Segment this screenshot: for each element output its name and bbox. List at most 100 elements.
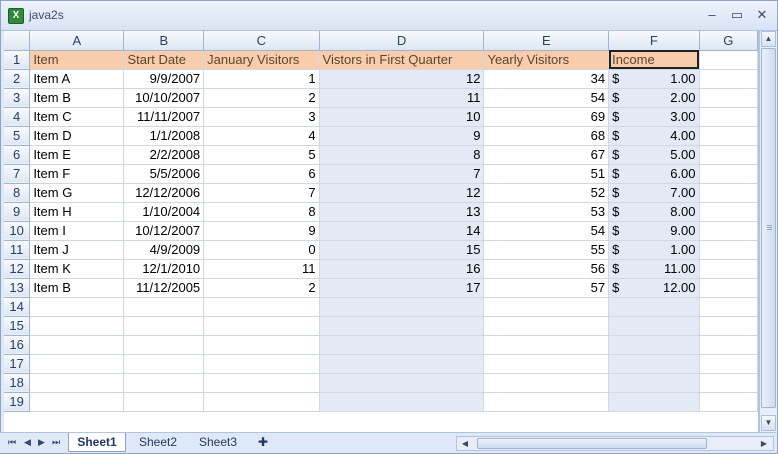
- cell[interactable]: 12/1/2010: [123, 259, 205, 279]
- cell[interactable]: [699, 373, 758, 393]
- horizontal-scrollbar[interactable]: ◀ ▶: [456, 436, 774, 451]
- cell[interactable]: 51: [483, 164, 610, 184]
- select-all-corner[interactable]: [4, 31, 31, 51]
- cell[interactable]: $2.00: [608, 88, 700, 108]
- cell[interactable]: [123, 297, 205, 317]
- cell[interactable]: [699, 221, 758, 241]
- cell[interactable]: [608, 335, 700, 355]
- scroll-left-icon[interactable]: ◀: [458, 437, 472, 450]
- row-header[interactable]: 14: [4, 297, 31, 317]
- cell[interactable]: [203, 335, 320, 355]
- cell[interactable]: [699, 202, 758, 222]
- cell[interactable]: Item A: [29, 69, 125, 89]
- column-header[interactable]: A: [29, 31, 125, 51]
- cell[interactable]: Start Date: [123, 50, 205, 70]
- row-header[interactable]: 5: [4, 126, 31, 146]
- cell[interactable]: 11/12/2005: [123, 278, 205, 298]
- cell[interactable]: 6: [203, 164, 320, 184]
- cell[interactable]: [699, 69, 758, 89]
- cell[interactable]: [699, 183, 758, 203]
- cell[interactable]: January Visitors: [203, 50, 320, 70]
- cell[interactable]: Item K: [29, 259, 125, 279]
- prev-sheet-icon[interactable]: ◀: [24, 437, 31, 448]
- cell[interactable]: [483, 316, 610, 336]
- cell[interactable]: [608, 297, 700, 317]
- cell[interactable]: [319, 354, 485, 374]
- cell[interactable]: $11.00: [608, 259, 700, 279]
- restore-icon[interactable]: ▭: [726, 6, 748, 24]
- cell[interactable]: 53: [483, 202, 610, 222]
- cell[interactable]: Income: [608, 50, 700, 70]
- cell[interactable]: 55: [483, 240, 610, 260]
- cell[interactable]: [699, 335, 758, 355]
- cell[interactable]: Yearly Visitors: [483, 50, 610, 70]
- spreadsheet-grid[interactable]: A B C D E F G 1 Item Start Date January Vis…: [4, 31, 759, 432]
- cell[interactable]: [699, 297, 758, 317]
- cell[interactable]: [29, 392, 125, 412]
- cell[interactable]: [483, 297, 610, 317]
- first-sheet-icon[interactable]: ⏮: [8, 437, 16, 448]
- cell[interactable]: [319, 373, 485, 393]
- scroll-right-icon[interactable]: ▶: [757, 437, 771, 450]
- column-header[interactable]: D: [319, 31, 485, 51]
- cell[interactable]: 10/12/2007: [123, 221, 205, 241]
- row-header[interactable]: 11: [4, 240, 31, 260]
- cell[interactable]: [123, 373, 205, 393]
- cell[interactable]: [608, 392, 700, 412]
- cell[interactable]: [699, 316, 758, 336]
- cell[interactable]: 67: [483, 145, 610, 165]
- cell[interactable]: 52: [483, 183, 610, 203]
- cell[interactable]: 16: [319, 259, 485, 279]
- cell[interactable]: Item I: [29, 221, 125, 241]
- row-header[interactable]: 6: [4, 145, 31, 165]
- cell[interactable]: 5: [203, 145, 320, 165]
- cell[interactable]: [203, 392, 320, 412]
- column-header[interactable]: C: [203, 31, 320, 51]
- cell[interactable]: [29, 297, 125, 317]
- cell[interactable]: [699, 164, 758, 184]
- insert-sheet-icon[interactable]: ✚: [252, 433, 274, 451]
- cell[interactable]: 17: [319, 278, 485, 298]
- cell[interactable]: 7: [203, 183, 320, 203]
- cell[interactable]: 2: [203, 278, 320, 298]
- row-header[interactable]: 10: [4, 221, 31, 241]
- cell[interactable]: [203, 354, 320, 374]
- row-header[interactable]: 12: [4, 259, 31, 279]
- cell[interactable]: Item: [29, 50, 125, 70]
- cell[interactable]: [29, 316, 125, 336]
- cell[interactable]: [699, 278, 758, 298]
- cell[interactable]: [319, 316, 485, 336]
- cell[interactable]: 10/10/2007: [123, 88, 205, 108]
- row-header[interactable]: 13: [4, 278, 31, 298]
- cell[interactable]: 8: [319, 145, 485, 165]
- cell[interactable]: 57: [483, 278, 610, 298]
- cell[interactable]: 12: [319, 69, 485, 89]
- cell[interactable]: $8.00: [608, 202, 700, 222]
- cell[interactable]: 1: [203, 69, 320, 89]
- cell[interactable]: 5/5/2006: [123, 164, 205, 184]
- cell[interactable]: 2: [203, 88, 320, 108]
- sheet-tab-sheet3[interactable]: Sheet3: [190, 433, 246, 451]
- cell[interactable]: 69: [483, 107, 610, 127]
- cell[interactable]: 11/11/2007: [123, 107, 205, 127]
- cell[interactable]: [699, 88, 758, 108]
- scroll-down-icon[interactable]: ▼: [761, 415, 776, 431]
- cell[interactable]: [699, 392, 758, 412]
- cell[interactable]: [699, 126, 758, 146]
- cell[interactable]: 13: [319, 202, 485, 222]
- cell[interactable]: [319, 392, 485, 412]
- row-header[interactable]: 4: [4, 107, 31, 127]
- cell[interactable]: Item E: [29, 145, 125, 165]
- cell[interactable]: [699, 145, 758, 165]
- cell[interactable]: [483, 335, 610, 355]
- cell[interactable]: Item J: [29, 240, 125, 260]
- cell[interactable]: [203, 316, 320, 336]
- column-header[interactable]: G: [699, 31, 758, 51]
- cell[interactable]: Item B: [29, 278, 125, 298]
- cell[interactable]: [123, 316, 205, 336]
- cell[interactable]: [608, 373, 700, 393]
- cell[interactable]: Item G: [29, 183, 125, 203]
- cell[interactable]: 15: [319, 240, 485, 260]
- cell[interactable]: $6.00: [608, 164, 700, 184]
- vertical-scrollbar[interactable]: ▲ ▼: [759, 31, 777, 432]
